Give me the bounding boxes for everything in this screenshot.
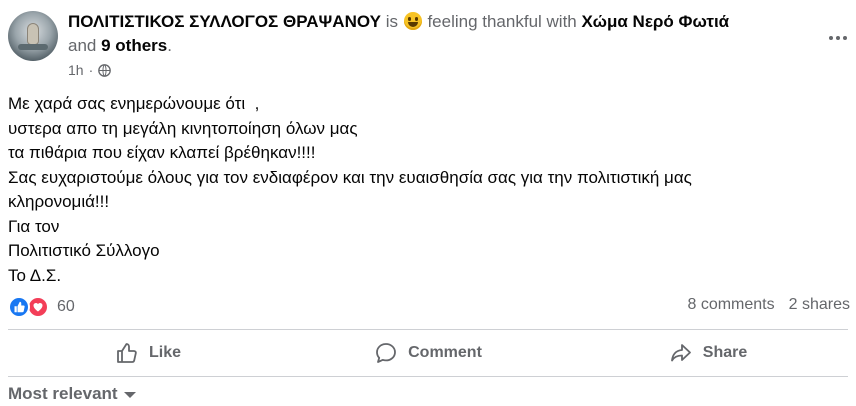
post-title: ΠΟΛΙΤΙΣΤΙΚΟΣ ΣΥΛΛΟΓΟΣ ΘΡΑΨΑΝΟΥ is feelin… xyxy=(68,10,828,58)
thumbs-up-icon xyxy=(117,343,137,363)
avatar-jar-shape xyxy=(27,23,39,45)
actions-top-divider xyxy=(8,329,848,330)
love-reaction-icon xyxy=(27,296,49,318)
meta-separator: · xyxy=(88,62,94,78)
body-line: κληρονομιά!!! xyxy=(8,192,110,211)
body-line: τα πιθάρια που είχαν κλαπεί βρέθηκαν!!!! xyxy=(8,143,316,162)
share-button[interactable]: Share xyxy=(568,333,848,373)
globe-icon[interactable] xyxy=(98,63,112,77)
actions-bottom-divider xyxy=(8,376,848,377)
body-line: Πολιτιστικό Σύλλογο xyxy=(8,241,160,260)
comments-count-link[interactable]: 8 comments xyxy=(687,296,774,314)
tagged-others-link[interactable]: 9 others xyxy=(101,36,167,55)
more-options-icon[interactable] xyxy=(826,26,850,50)
and-text: and xyxy=(68,36,97,55)
tagged-page-link[interactable]: Χώμα Νερό Φωτιά xyxy=(582,12,730,31)
share-label: Share xyxy=(702,344,748,361)
is-text: is xyxy=(385,12,398,31)
feeling-text: feeling thankful with xyxy=(427,12,577,31)
comment-button[interactable]: Comment xyxy=(288,333,568,373)
body-line: Για τον xyxy=(8,216,60,236)
comment-label: Comment xyxy=(408,344,482,361)
comments-sort-dropdown[interactable]: Most relevant xyxy=(8,384,136,404)
share-arrow-icon xyxy=(670,344,691,362)
author-name-link[interactable]: ΠΟΛΙΤΙΣΤΙΚΟΣ ΣΥΛΛΟΓΟΣ ΘΡΑΨΑΝΟΥ xyxy=(68,12,381,31)
body-line: Σας ευχαριστούμε όλους για τον ενδιαφέρο… xyxy=(8,167,692,187)
sort-label: Most relevant xyxy=(8,384,118,403)
reaction-count: 60 xyxy=(57,298,75,315)
title-period: . xyxy=(167,36,172,55)
comment-bubble-icon xyxy=(376,343,397,363)
caret-down-icon xyxy=(123,392,136,398)
post-actions-bar: Like Comment Share xyxy=(8,333,848,373)
like-label: Like xyxy=(148,344,181,361)
body-line: Το Δ.Σ. xyxy=(8,265,62,285)
avatar-base-shape xyxy=(18,44,48,50)
body-line: Με χαρά σας ενημερώνουμε ότι , xyxy=(8,94,260,113)
post-header: ΠΟΛΙΤΙΣΤΙΚΟΣ ΣΥΛΛΟΓΟΣ ΘΡΑΨΑΝΟΥ is feelin… xyxy=(8,8,848,84)
reactions-summary[interactable]: 60 xyxy=(8,294,75,320)
smiling-face-emoji-icon xyxy=(403,12,422,30)
like-button[interactable]: Like xyxy=(8,333,288,373)
like-reaction-icon xyxy=(8,296,30,318)
shares-count-link[interactable]: 2 shares xyxy=(789,296,850,314)
post-body: Με χαρά σας ενημερώνουμε ότι , υστερα απ… xyxy=(8,92,848,288)
page-avatar[interactable] xyxy=(8,11,58,61)
engagement-stats: 8 comments 2 shares xyxy=(687,296,850,314)
body-line: υστερα απο τη μεγάλη κινητοποίηση όλων μ… xyxy=(8,118,358,138)
post-time-link[interactable]: 1h xyxy=(68,62,84,78)
post-meta: 1h · xyxy=(68,62,112,78)
